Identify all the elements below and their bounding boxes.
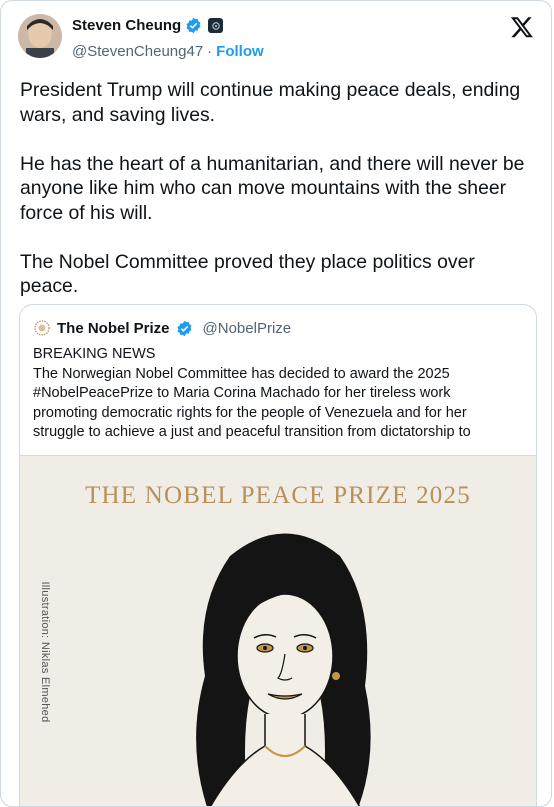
quoted-author-name[interactable]: The Nobel Prize — [57, 320, 170, 337]
x-logo-icon[interactable] — [510, 15, 534, 39]
quoted-line: promoting democratic rights for the peop… — [33, 404, 467, 421]
quoted-line: struggle to achieve a just and peaceful … — [33, 424, 471, 440]
verified-badge-icon — [185, 17, 202, 34]
tweet-paragraph: President Trump will continue making pea… — [20, 79, 521, 126]
author-name[interactable]: Steven Cheung — [72, 17, 181, 34]
follow-button[interactable]: Follow — [216, 43, 264, 60]
quoted-author-handle[interactable]: @NobelPrize — [203, 320, 292, 337]
affiliate-badge-icon — [208, 18, 224, 33]
nobel-medal-icon — [33, 319, 51, 337]
author-handle[interactable]: @StevenCheung47 — [72, 43, 203, 60]
author-name-row: Steven Cheung — [72, 17, 224, 34]
quoted-header: The Nobel Prize @NobelPrize — [33, 319, 291, 337]
tweet-body: President Trump will continue making pea… — [20, 78, 535, 323]
quoted-line: BREAKING NEWS — [33, 346, 156, 362]
separator: · — [207, 43, 213, 60]
portrait-illustration — [196, 533, 371, 806]
illustration-credit: Illustration: Niklas Elmehed — [39, 581, 51, 723]
quoted-line: #NobelPeacePrize to Maria Corina Machado… — [33, 385, 451, 401]
verified-badge-icon — [176, 320, 193, 337]
tweet-paragraph: He has the heart of a humanitarian, and … — [20, 152, 525, 224]
quoted-image[interactable]: THE NOBEL PEACE PRIZE 2025 Illustration:… — [20, 455, 536, 806]
prize-title: THE NOBEL PEACE PRIZE 2025 — [85, 482, 471, 509]
tweet-card: Steven Cheung @StevenCheung47 · Follow P… — [0, 0, 552, 807]
avatar[interactable] — [18, 14, 62, 58]
author-handle-row: @StevenCheung47 · Follow — [72, 43, 264, 60]
quoted-tweet[interactable]: The Nobel Prize @NobelPrize BREAKING NEW… — [19, 304, 537, 806]
quoted-line: The Norwegian Nobel Committee has decide… — [33, 365, 450, 382]
quoted-text: BREAKING NEWS The Norwegian Nobel Commit… — [33, 345, 528, 443]
tweet-paragraph: The Nobel Committee proved they place po… — [20, 250, 475, 298]
